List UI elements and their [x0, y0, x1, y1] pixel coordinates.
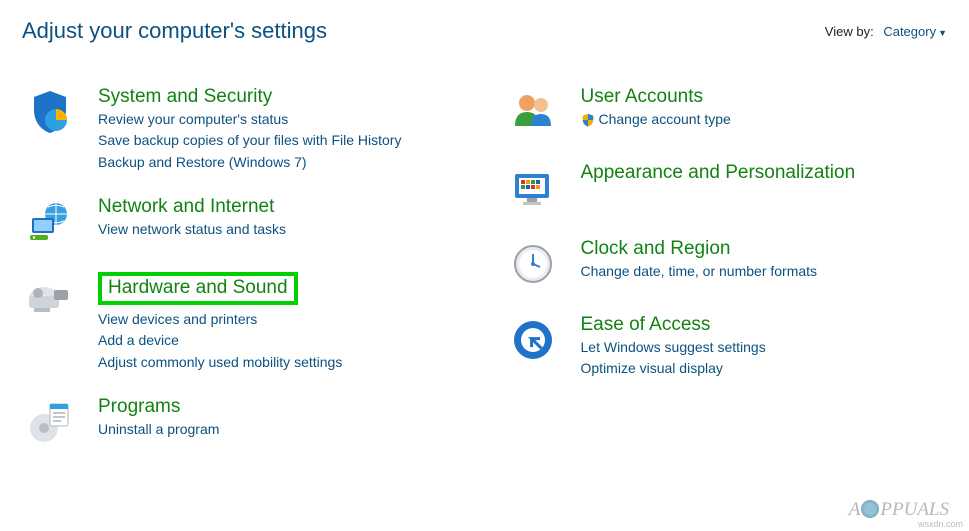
viewby-value[interactable]: Category▼	[883, 24, 947, 39]
category-title-network-internet[interactable]: Network and Internet	[98, 196, 274, 219]
category-user-accounts: User AccountsChange account type	[505, 84, 948, 140]
category-title-ease-of-access[interactable]: Ease of Access	[581, 314, 711, 337]
link-ease-of-access-0[interactable]: Let Windows suggest settings	[581, 337, 766, 359]
category-title-appearance[interactable]: Appearance and Personalization	[581, 162, 856, 185]
link-hardware-sound-0[interactable]: View devices and printers	[98, 309, 342, 331]
category-title-programs[interactable]: Programs	[98, 396, 180, 419]
link-programs-0[interactable]: Uninstall a program	[98, 419, 219, 441]
watermark: APPUALS	[849, 499, 949, 521]
category-title-system-security[interactable]: System and Security	[98, 86, 272, 109]
appearance-icon	[505, 160, 561, 216]
hardware-sound-icon	[22, 270, 78, 326]
link-ease-of-access-1[interactable]: Optimize visual display	[581, 358, 766, 380]
highlight-box: Hardware and Sound	[98, 272, 298, 305]
clock-region-icon	[505, 236, 561, 292]
page-title: Adjust your computer's settings	[22, 18, 327, 44]
category-title-user-accounts[interactable]: User Accounts	[581, 86, 704, 109]
source-caption: wsxdn.com	[918, 519, 963, 529]
category-title-clock-region[interactable]: Clock and Region	[581, 238, 731, 261]
uac-shield-icon	[581, 112, 595, 126]
link-system-security-0[interactable]: Review your computer's status	[98, 109, 401, 131]
link-clock-region-0[interactable]: Change date, time, or number formats	[581, 261, 818, 283]
link-hardware-sound-2[interactable]: Adjust commonly used mobility settings	[98, 352, 342, 374]
system-security-icon	[22, 84, 78, 140]
ease-of-access-icon	[505, 312, 561, 368]
category-ease-of-access: Ease of AccessLet Windows suggest settin…	[505, 312, 948, 380]
programs-icon	[22, 394, 78, 450]
category-title-hardware-sound[interactable]: Hardware and Sound	[108, 277, 288, 300]
link-network-internet-0[interactable]: View network status and tasks	[98, 219, 286, 241]
user-accounts-icon	[505, 84, 561, 140]
link-system-security-1[interactable]: Save backup copies of your files with Fi…	[98, 130, 401, 152]
viewby-label: View by:	[825, 24, 874, 39]
link-user-accounts-0[interactable]: Change account type	[581, 109, 731, 131]
category-hardware-sound: Hardware and Sound View devices and print…	[22, 270, 465, 374]
network-internet-icon	[22, 194, 78, 250]
category-clock-region: Clock and RegionChange date, time, or nu…	[505, 236, 948, 292]
category-network-internet: Network and InternetView network status …	[22, 194, 465, 250]
link-hardware-sound-1[interactable]: Add a device	[98, 330, 342, 352]
watermark-globe-icon	[861, 500, 879, 518]
category-system-security: System and SecurityReview your computer'…	[22, 84, 465, 174]
category-programs: ProgramsUninstall a program	[22, 394, 465, 450]
viewby-control[interactable]: View by: Category▼	[825, 24, 947, 39]
category-appearance: Appearance and Personalization	[505, 160, 948, 216]
chevron-down-icon: ▼	[938, 28, 947, 38]
link-system-security-2[interactable]: Backup and Restore (Windows 7)	[98, 152, 401, 174]
